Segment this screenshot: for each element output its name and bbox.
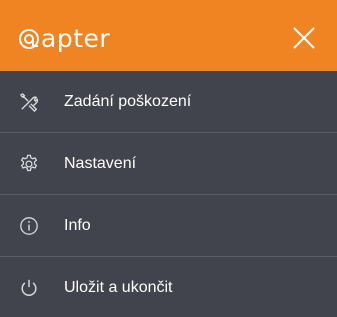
side-menu: Zadání poškození Nastavení Info Uložit a…: [0, 71, 337, 317]
brand-logo: apter: [18, 24, 110, 54]
info-icon: [18, 215, 40, 237]
brand-name: apter: [41, 24, 111, 53]
menu-item-label: Uložit a ukončit: [64, 278, 173, 296]
app-window: apter Zadání poškození Nastavení Info Ul…: [0, 0, 337, 317]
menu-item-settings[interactable]: Nastavení: [0, 132, 337, 194]
menu-item-label: Nastavení: [64, 154, 137, 172]
menu-item-label: Info: [64, 216, 91, 234]
close-icon[interactable]: [293, 27, 315, 49]
gear-icon: [18, 153, 40, 175]
menu-item-damage-entry[interactable]: Zadání poškození: [0, 71, 337, 132]
power-icon: [18, 277, 40, 299]
tools-icon: [18, 91, 40, 113]
logo-mark-icon: [19, 29, 39, 49]
menu-item-info[interactable]: Info: [0, 194, 337, 256]
menu-item-label: Zadání poškození: [64, 92, 192, 110]
header-bar: apter: [0, 0, 337, 71]
menu-item-save-exit[interactable]: Uložit a ukončit: [0, 256, 337, 317]
